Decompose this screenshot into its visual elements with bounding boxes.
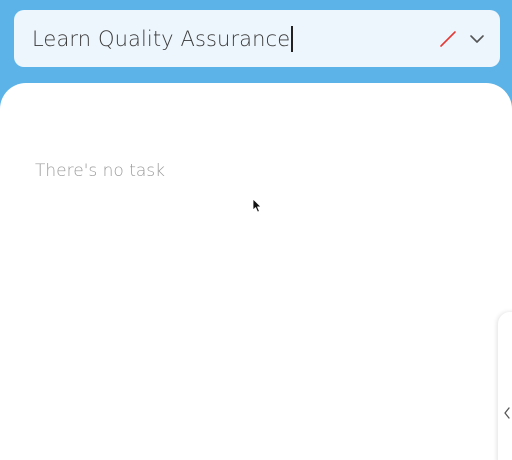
slash-icon[interactable] [438, 29, 458, 49]
task-input-text: Learn Quality Assurance [32, 26, 291, 51]
chevron-down-icon[interactable] [468, 30, 486, 48]
task-input[interactable]: Learn Quality Assurance [32, 10, 438, 67]
empty-state-message: There's no task [35, 161, 165, 181]
task-list-panel: There's no task [0, 83, 512, 460]
app-root: Learn Quality Assurance There's no task [0, 0, 512, 460]
side-drawer-handle[interactable] [498, 312, 512, 460]
mouse-cursor-icon [252, 198, 262, 213]
task-input-bar: Learn Quality Assurance [14, 10, 500, 67]
chevron-left-icon[interactable] [502, 406, 512, 420]
task-input-controls [438, 29, 486, 49]
text-caret [291, 25, 293, 52]
